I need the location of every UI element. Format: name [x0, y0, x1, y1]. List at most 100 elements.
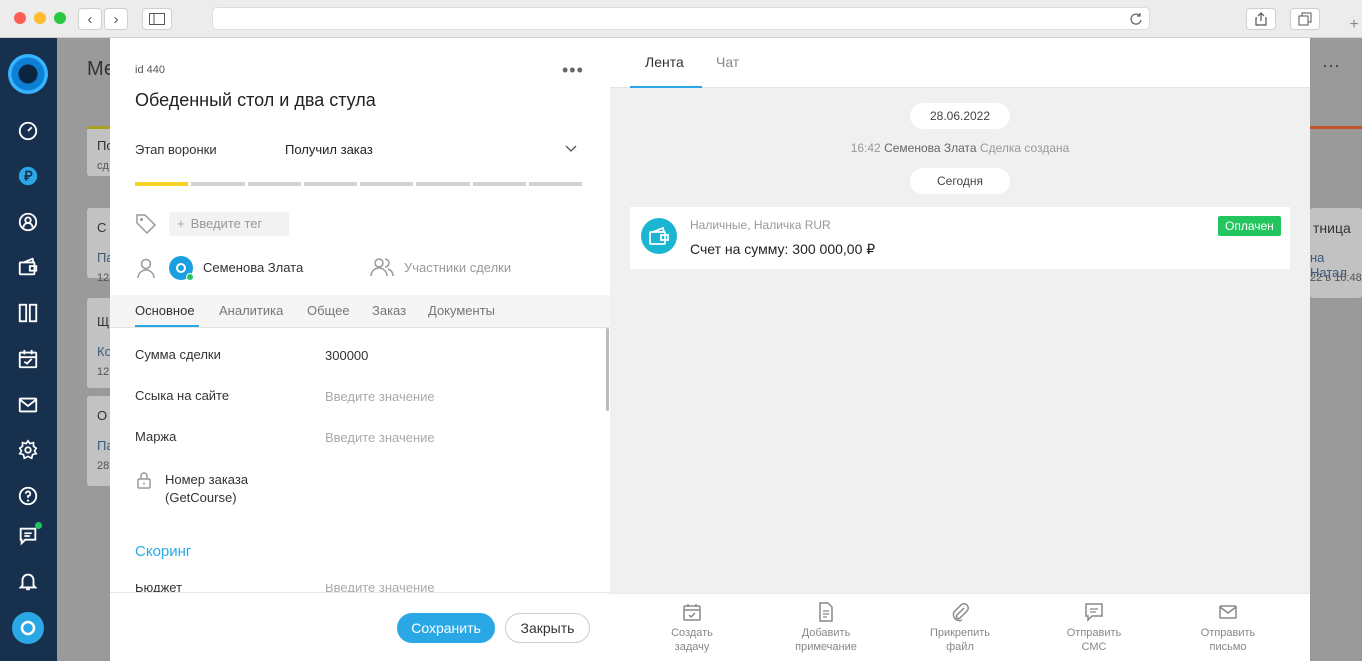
create-task-button[interactable]: Создать задачу — [647, 602, 737, 654]
background-stage-bar — [1310, 126, 1362, 129]
invoice-amount: Счет на сумму: 300 000,00 ₽ — [690, 241, 876, 257]
action-label: примечание — [795, 641, 857, 653]
stage-segment[interactable] — [528, 182, 582, 186]
stage-segment[interactable] — [416, 182, 470, 186]
calendar-icon — [683, 604, 701, 621]
background-text: 28 — [97, 460, 110, 472]
feed-actions: Создать задачу Добавить примечание Прикр… — [610, 593, 1310, 661]
close-button[interactable]: Закрыть — [505, 613, 590, 643]
tab-documents[interactable]: Документы — [428, 303, 495, 318]
deals-ruble-icon[interactable] — [16, 164, 40, 188]
feed-panel: Лента Чат 28.06.2022 16:42 Семенова Злат… — [610, 38, 1310, 661]
person-icon — [136, 257, 156, 279]
tab-general[interactable]: Общее — [307, 303, 350, 318]
active-tab-indicator — [135, 325, 199, 327]
background-text: тница — [1313, 220, 1351, 236]
minimize-window-button[interactable] — [34, 12, 46, 24]
stage-segment[interactable] — [191, 182, 245, 186]
tab-order[interactable]: Заказ — [372, 303, 406, 318]
send-sms-button[interactable]: Отправить СМС — [1049, 602, 1139, 654]
field-label-budget: Бюджет — [135, 584, 183, 592]
dashboard-icon[interactable] — [16, 119, 40, 143]
date-separator: 28.06.2022 — [910, 103, 1010, 129]
tab-basic[interactable]: Основное — [135, 303, 195, 318]
stage-segment[interactable] — [303, 182, 357, 186]
reload-icon[interactable] — [1129, 12, 1143, 26]
action-label: Отправить — [1066, 627, 1122, 639]
field-label-link: Ссыка на сайте — [135, 388, 230, 403]
action-label: Отправить — [1200, 627, 1256, 639]
field-link[interactable]: Введите значение — [325, 389, 435, 404]
background-text: сд — [97, 160, 109, 172]
stage-segment[interactable] — [247, 182, 301, 186]
members-icon[interactable] — [370, 256, 394, 278]
tab-chat[interactable]: Чат — [716, 54, 739, 70]
invoice-card[interactable]: Наличные, Наличка RUR Счет на сумму: 300… — [630, 207, 1290, 269]
section-scoring[interactable]: Скоринг — [135, 543, 191, 560]
calendar-icon[interactable] — [16, 347, 40, 371]
paperclip-icon — [952, 603, 969, 622]
more-options-icon[interactable]: ••• — [562, 60, 584, 81]
scrollbar[interactable] — [606, 328, 609, 411]
notifications-bell-icon[interactable] — [16, 569, 40, 593]
responsible-avatar[interactable] — [169, 256, 194, 281]
action-label: Прикрепить — [929, 627, 991, 639]
sidebar-toggle-icon[interactable] — [142, 8, 172, 30]
action-label: Добавить — [801, 627, 851, 639]
action-label: СМС — [1081, 641, 1107, 653]
field-budget[interactable]: Введите значение — [325, 584, 435, 592]
tab-feed[interactable]: Лента — [645, 54, 684, 70]
action-label: файл — [946, 641, 974, 653]
stage-select[interactable]: Получил заказ — [285, 142, 373, 157]
forward-icon[interactable]: › — [104, 8, 128, 30]
field-margin[interactable]: Введите значение — [325, 430, 435, 445]
invoice-meta: Наличные, Наличка RUR — [690, 218, 831, 232]
background-text: 12 — [97, 272, 110, 284]
action-label: письмо — [1209, 641, 1247, 653]
background-text: С — [97, 220, 107, 235]
contacts-icon[interactable] — [16, 210, 40, 234]
deal-id: id 440 — [135, 64, 165, 76]
stage-segment[interactable] — [472, 182, 526, 186]
mail-icon[interactable] — [16, 393, 40, 417]
more-options-icon: ⋯ — [1322, 56, 1340, 76]
chat-icon[interactable] — [16, 522, 42, 548]
stage-progress[interactable] — [135, 182, 582, 186]
app-logo[interactable] — [8, 54, 48, 94]
event-author[interactable]: Семенова Злата — [884, 141, 977, 155]
address-bar[interactable] — [212, 7, 1150, 30]
action-label: Создать — [671, 627, 713, 639]
profile-avatar[interactable] — [12, 612, 44, 644]
add-note-button[interactable]: Добавить примечание — [781, 602, 871, 654]
stage-segment[interactable] — [135, 182, 189, 186]
background-text: 22 в 16:48 — [1310, 272, 1362, 284]
send-email-button[interactable]: Отправить письмо — [1183, 602, 1273, 654]
zoom-window-button[interactable] — [54, 12, 66, 24]
new-tab-icon[interactable]: + — [1346, 16, 1362, 38]
wallet-icon[interactable] — [16, 255, 40, 279]
background-text: 12 — [97, 366, 110, 378]
browser-toolbar: ‹ › + — [0, 0, 1362, 38]
save-button[interactable]: Сохранить — [397, 613, 495, 643]
field-row-cut: Бюджет Введите значение — [110, 584, 610, 592]
share-icon[interactable] — [1246, 8, 1276, 30]
online-indicator — [35, 522, 42, 529]
back-icon[interactable]: ‹ — [78, 8, 102, 30]
background-text: Щ — [97, 314, 110, 329]
tag-input[interactable]: + Введите тег — [169, 212, 289, 236]
deal-title: Обеденный стол и два стула — [135, 90, 376, 110]
help-icon[interactable] — [16, 484, 40, 508]
lock-icon — [136, 471, 152, 489]
tab-analytics[interactable]: Аналитика — [219, 303, 283, 318]
attach-file-button[interactable]: Прикрепить файл — [915, 602, 1005, 654]
responsible-name[interactable]: Семенова Злата — [203, 260, 303, 275]
background-text: О — [97, 408, 108, 423]
members-label[interactable]: Участники сделки — [404, 260, 511, 275]
close-window-button[interactable] — [14, 12, 26, 24]
kanban-icon[interactable] — [16, 301, 40, 325]
chevron-down-icon[interactable] — [565, 142, 577, 156]
settings-gear-icon[interactable] — [16, 438, 40, 462]
field-amount[interactable]: 300000 — [325, 348, 368, 363]
tabs-overview-icon[interactable] — [1290, 8, 1320, 30]
stage-segment[interactable] — [360, 182, 414, 186]
